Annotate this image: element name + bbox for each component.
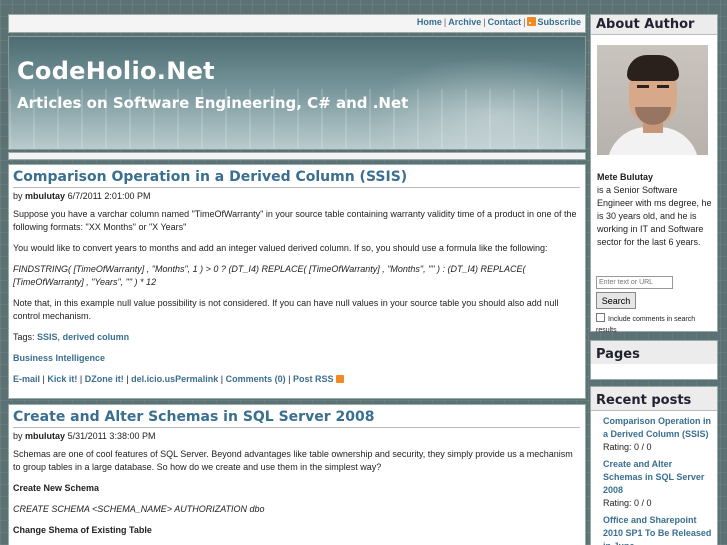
recent-post-item: Create and Alter Schemas in SQL Server 2…: [603, 458, 713, 508]
recent-post-link[interactable]: Office and Sharepoint 2010 SP1 To Be Rel…: [603, 514, 713, 545]
dzone-link[interactable]: DZone it!: [85, 374, 124, 384]
author-bio-text: is a Senior Software Engineer with ms de…: [597, 185, 712, 247]
delicious-link[interactable]: del.icio.us: [131, 374, 175, 384]
nav-separator: |: [523, 17, 526, 27]
code-snippet: CREATE SCHEMA <SCHEMA_NAME> AUTHORIZATIO…: [13, 504, 265, 514]
tag-link-derived-column[interactable]: derived column: [63, 332, 130, 342]
post-tags: Tags: SSIS, derived column: [13, 331, 580, 344]
nav-contact-link[interactable]: Contact: [488, 17, 522, 27]
search-input[interactable]: [596, 276, 673, 289]
tags-label: Tags:: [13, 332, 35, 342]
post-paragraph: Schemas are one of cool features of SQL …: [13, 449, 573, 472]
nav-separator: |: [443, 17, 447, 27]
post-category-row: Business Intelligence: [13, 352, 580, 365]
byline-by: by: [13, 191, 23, 201]
recent-post-link[interactable]: Create and Alter Schemas in SQL Server 2…: [603, 458, 713, 497]
action-separator: |: [79, 374, 83, 384]
tag-link-ssis[interactable]: SSIS: [37, 332, 58, 342]
code-snippet: FINDSTRING( [TimeOfWarranty] , "Months",…: [13, 264, 526, 287]
site-header-banner: CodeHolio.Net Articles on Software Engin…: [8, 36, 586, 150]
blog-post: Comparison Operation in a Derived Column…: [8, 164, 586, 399]
action-separator: |: [220, 374, 224, 384]
author-photo: [597, 45, 708, 155]
rss-icon[interactable]: [336, 375, 344, 383]
blog-post: Create and Alter Schemas in SQL Server 2…: [8, 404, 586, 545]
content-divider: [8, 152, 586, 160]
byline-by: by: [13, 431, 23, 441]
author-bio: Mete Bulutay is a Senior Software Engine…: [597, 171, 715, 249]
top-nav-bar: Home | Archive | Contact | Subscribe: [8, 14, 586, 33]
search-button[interactable]: Search: [596, 292, 636, 309]
rss-icon[interactable]: [527, 17, 537, 26]
author-name: Mete Bulutay: [597, 172, 654, 182]
pages-box: Pages: [590, 340, 718, 380]
nav-archive-link[interactable]: Archive: [448, 17, 481, 27]
comments-link[interactable]: Comments (0): [226, 374, 286, 384]
recent-posts-heading: Recent posts: [591, 387, 717, 411]
action-separator: |: [288, 374, 291, 384]
nav-subscribe-link[interactable]: Subscribe: [537, 17, 581, 27]
post-actions: E-mail | Kick it! | DZone it! | del.icio…: [13, 373, 580, 386]
recent-post-item: Office and Sharepoint 2010 SP1 To Be Rel…: [603, 514, 713, 545]
recent-post-item: Comparison Operation in a Derived Column…: [603, 415, 713, 452]
pages-heading: Pages: [591, 341, 717, 364]
post-paragraph: Note that, in this example null value po…: [13, 298, 559, 321]
site-title[interactable]: CodeHolio.Net: [17, 57, 215, 85]
email-link[interactable]: E-mail: [13, 374, 40, 384]
site-subtitle: Articles on Software Engineering, C# and…: [17, 94, 409, 112]
post-byline: by mbulutay 5/31/2011 3:38:00 PM: [13, 431, 580, 441]
recent-post-rating: Rating: 0 / 0: [603, 498, 652, 508]
post-author: mbulutay: [25, 191, 66, 201]
post-subheading: Create New Schema: [13, 483, 100, 493]
category-link[interactable]: Business Intelligence: [13, 353, 105, 363]
post-paragraph: Suppose you have a varchar column named …: [13, 209, 577, 232]
nav-separator: |: [483, 17, 486, 27]
post-title-link[interactable]: Create and Alter Schemas in SQL Server 2…: [13, 409, 580, 428]
action-separator: |: [42, 374, 45, 384]
permalink-link[interactable]: Permalink: [175, 374, 218, 384]
post-date: 5/31/2011 3:38:00 PM: [67, 431, 156, 441]
about-author-heading: About Author: [591, 15, 717, 35]
kick-it-link[interactable]: Kick it!: [47, 374, 77, 384]
post-rss-link[interactable]: Post RSS: [293, 374, 334, 384]
post-subheading: Change Shema of Existing Table: [13, 525, 152, 535]
post-paragraph: You would like to convert years to month…: [13, 243, 548, 253]
post-title-link[interactable]: Comparison Operation in a Derived Column…: [13, 169, 580, 188]
post-date: 6/7/2011 2:01:00 PM: [67, 191, 151, 201]
post-byline: by mbulutay 6/7/2011 2:01:00 PM: [13, 191, 580, 201]
tag-separator: ,: [57, 332, 61, 342]
nav-home-link[interactable]: Home: [417, 17, 442, 27]
about-author-box: About Author Mete Bulutay is a Senior So…: [590, 14, 718, 334]
post-author: mbulutay: [25, 431, 66, 441]
recent-post-link[interactable]: Comparison Operation in a Derived Column…: [603, 415, 713, 441]
recent-post-rating: Rating: 0 / 0: [603, 442, 652, 452]
recent-posts-list: Comparison Operation in a Derived Column…: [591, 411, 717, 545]
recent-posts-box: Recent posts Comparison Operation in a D…: [590, 386, 718, 545]
action-separator: |: [126, 374, 129, 384]
include-comments-label: Include comments in search results: [596, 316, 696, 334]
